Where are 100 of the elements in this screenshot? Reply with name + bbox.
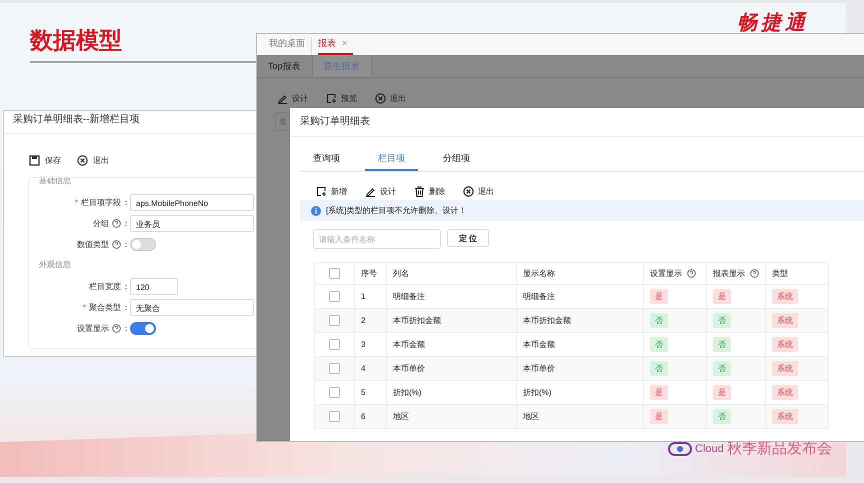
field-label: 聚合类型 xyxy=(89,302,121,313)
checkbox[interactable] xyxy=(329,363,340,374)
toggle-switch[interactable] xyxy=(130,238,156,251)
input-field[interactable]: 业务员 xyxy=(130,215,254,232)
input-field[interactable]: 无聚合 xyxy=(130,299,254,316)
table-cell: 5 xyxy=(361,388,366,397)
checkbox[interactable] xyxy=(329,387,340,398)
field-label: 栏目项字段 xyxy=(81,197,121,208)
type-tag: 系统 xyxy=(772,289,798,304)
status-tag: 是 xyxy=(650,409,668,424)
dialog-title: 采购订单明细表--新增栏目项 xyxy=(4,111,256,134)
toolbar-button[interactable]: 退出 xyxy=(463,182,494,200)
input-field[interactable]: aps.MobilePhoneNo xyxy=(130,194,254,211)
status-tag: 否 xyxy=(713,409,731,424)
table-cell: 本币金额 xyxy=(393,340,425,349)
toolbar-button[interactable]: 设计 xyxy=(277,89,308,107)
type-tag: 系统 xyxy=(772,313,798,328)
save-icon xyxy=(29,154,40,166)
field-colon: ： xyxy=(122,281,130,292)
trash-icon xyxy=(414,186,425,196)
status-tag: 否 xyxy=(650,313,668,328)
type-tag: 系统 xyxy=(772,409,798,424)
add-document-icon xyxy=(326,92,337,104)
field-colon: ： xyxy=(122,239,130,250)
table-cell: 3 xyxy=(361,340,366,349)
tab[interactable]: 栏目项 xyxy=(365,147,418,171)
toolbar-button[interactable]: 退出 xyxy=(375,89,406,107)
toolbar-button[interactable]: 保存 xyxy=(29,153,61,167)
table-cell: 6 xyxy=(361,412,366,421)
field-colon: ： xyxy=(122,197,130,208)
status-tag: 否 xyxy=(650,337,668,352)
toolbar-button[interactable]: 设计 xyxy=(365,182,396,200)
close-icon xyxy=(375,92,386,104)
checkbox[interactable] xyxy=(329,268,340,279)
column-header: 显示名称 xyxy=(523,268,555,279)
field-colon: ： xyxy=(122,323,130,334)
toolbar-button[interactable]: 预览 xyxy=(326,89,357,107)
table-cell: 1 xyxy=(361,292,366,301)
column-header: 报表显示 xyxy=(713,268,745,279)
field-colon: ： xyxy=(122,302,130,313)
table-cell: 2 xyxy=(361,316,366,325)
slide-title: 数据模型 xyxy=(30,26,122,55)
table-cell: 地区 xyxy=(393,412,409,421)
field-label: 栏目宽度 xyxy=(89,281,121,292)
info-icon xyxy=(311,206,321,216)
pencil-icon xyxy=(277,92,288,104)
toggle-switch[interactable] xyxy=(130,322,156,335)
toolbar-button[interactable]: 新增 xyxy=(316,182,347,200)
close-icon xyxy=(463,186,474,196)
status-tag: 是 xyxy=(650,385,668,400)
status-tag: 是 xyxy=(713,289,731,304)
brand-logo-text: 畅捷通 xyxy=(737,11,809,36)
table-cell: 折扣(%) xyxy=(393,388,422,397)
status-tag: 否 xyxy=(650,361,668,376)
status-tag: 否 xyxy=(713,361,731,376)
toolbar-button[interactable]: 退出 xyxy=(77,153,109,167)
section-title: 外观信息 xyxy=(39,259,72,271)
close-icon xyxy=(77,154,88,166)
cloud-logo-icon xyxy=(668,442,692,456)
status-tag: 是 xyxy=(713,385,731,400)
field-label: 分组 xyxy=(93,218,109,229)
tab[interactable]: 查询项 xyxy=(300,147,353,171)
search-field[interactable]: 请输入条件名称 xyxy=(313,229,441,249)
table-cell: 4 xyxy=(361,364,366,373)
tab[interactable]: 分组项 xyxy=(430,147,483,171)
column-header: 设置显示 xyxy=(650,268,682,279)
notice-text: [系统]类型的栏目项不允许删除、设计！ xyxy=(326,205,466,216)
input-field[interactable]: 120 xyxy=(130,278,178,295)
type-tag: 系统 xyxy=(772,385,798,400)
required-mark: * xyxy=(74,198,78,207)
field-label: 设置显示 xyxy=(77,323,109,334)
required-mark: * xyxy=(82,303,86,312)
checkbox[interactable] xyxy=(329,291,340,302)
table-cell: 折扣(%) xyxy=(523,388,552,397)
type-tag: 系统 xyxy=(772,361,798,376)
field-label: 数值类型 xyxy=(77,239,109,250)
table-cell: 本币单价 xyxy=(393,364,425,373)
table-cell: 本币折扣金额 xyxy=(523,316,571,325)
dialog-title: 采购订单明细表 xyxy=(290,108,864,137)
toolbar-button[interactable]: 删除 xyxy=(414,182,445,200)
column-header: 列名 xyxy=(393,268,409,279)
checkbox[interactable] xyxy=(329,411,340,422)
status-tag: 是 xyxy=(650,289,668,304)
column-header: 序号 xyxy=(361,268,377,279)
footer-brand: Cloud xyxy=(695,442,724,454)
add-document-icon xyxy=(316,186,327,196)
table-cell: 明细备注 xyxy=(393,292,425,301)
type-tag: 系统 xyxy=(772,337,798,352)
checkbox[interactable] xyxy=(329,315,340,326)
pencil-icon xyxy=(365,186,376,196)
table-cell: 明细备注 xyxy=(523,292,555,301)
table-cell: 本币金额 xyxy=(523,340,555,349)
checkbox[interactable] xyxy=(329,339,340,350)
status-tag: 否 xyxy=(713,313,731,328)
table-cell: 地区 xyxy=(523,412,539,421)
locate-button[interactable]: 定 位 xyxy=(447,229,490,247)
status-tag: 否 xyxy=(713,337,731,352)
column-header: 类型 xyxy=(772,268,788,279)
field-colon: ： xyxy=(122,218,130,229)
table-cell: 本币单价 xyxy=(523,364,555,373)
